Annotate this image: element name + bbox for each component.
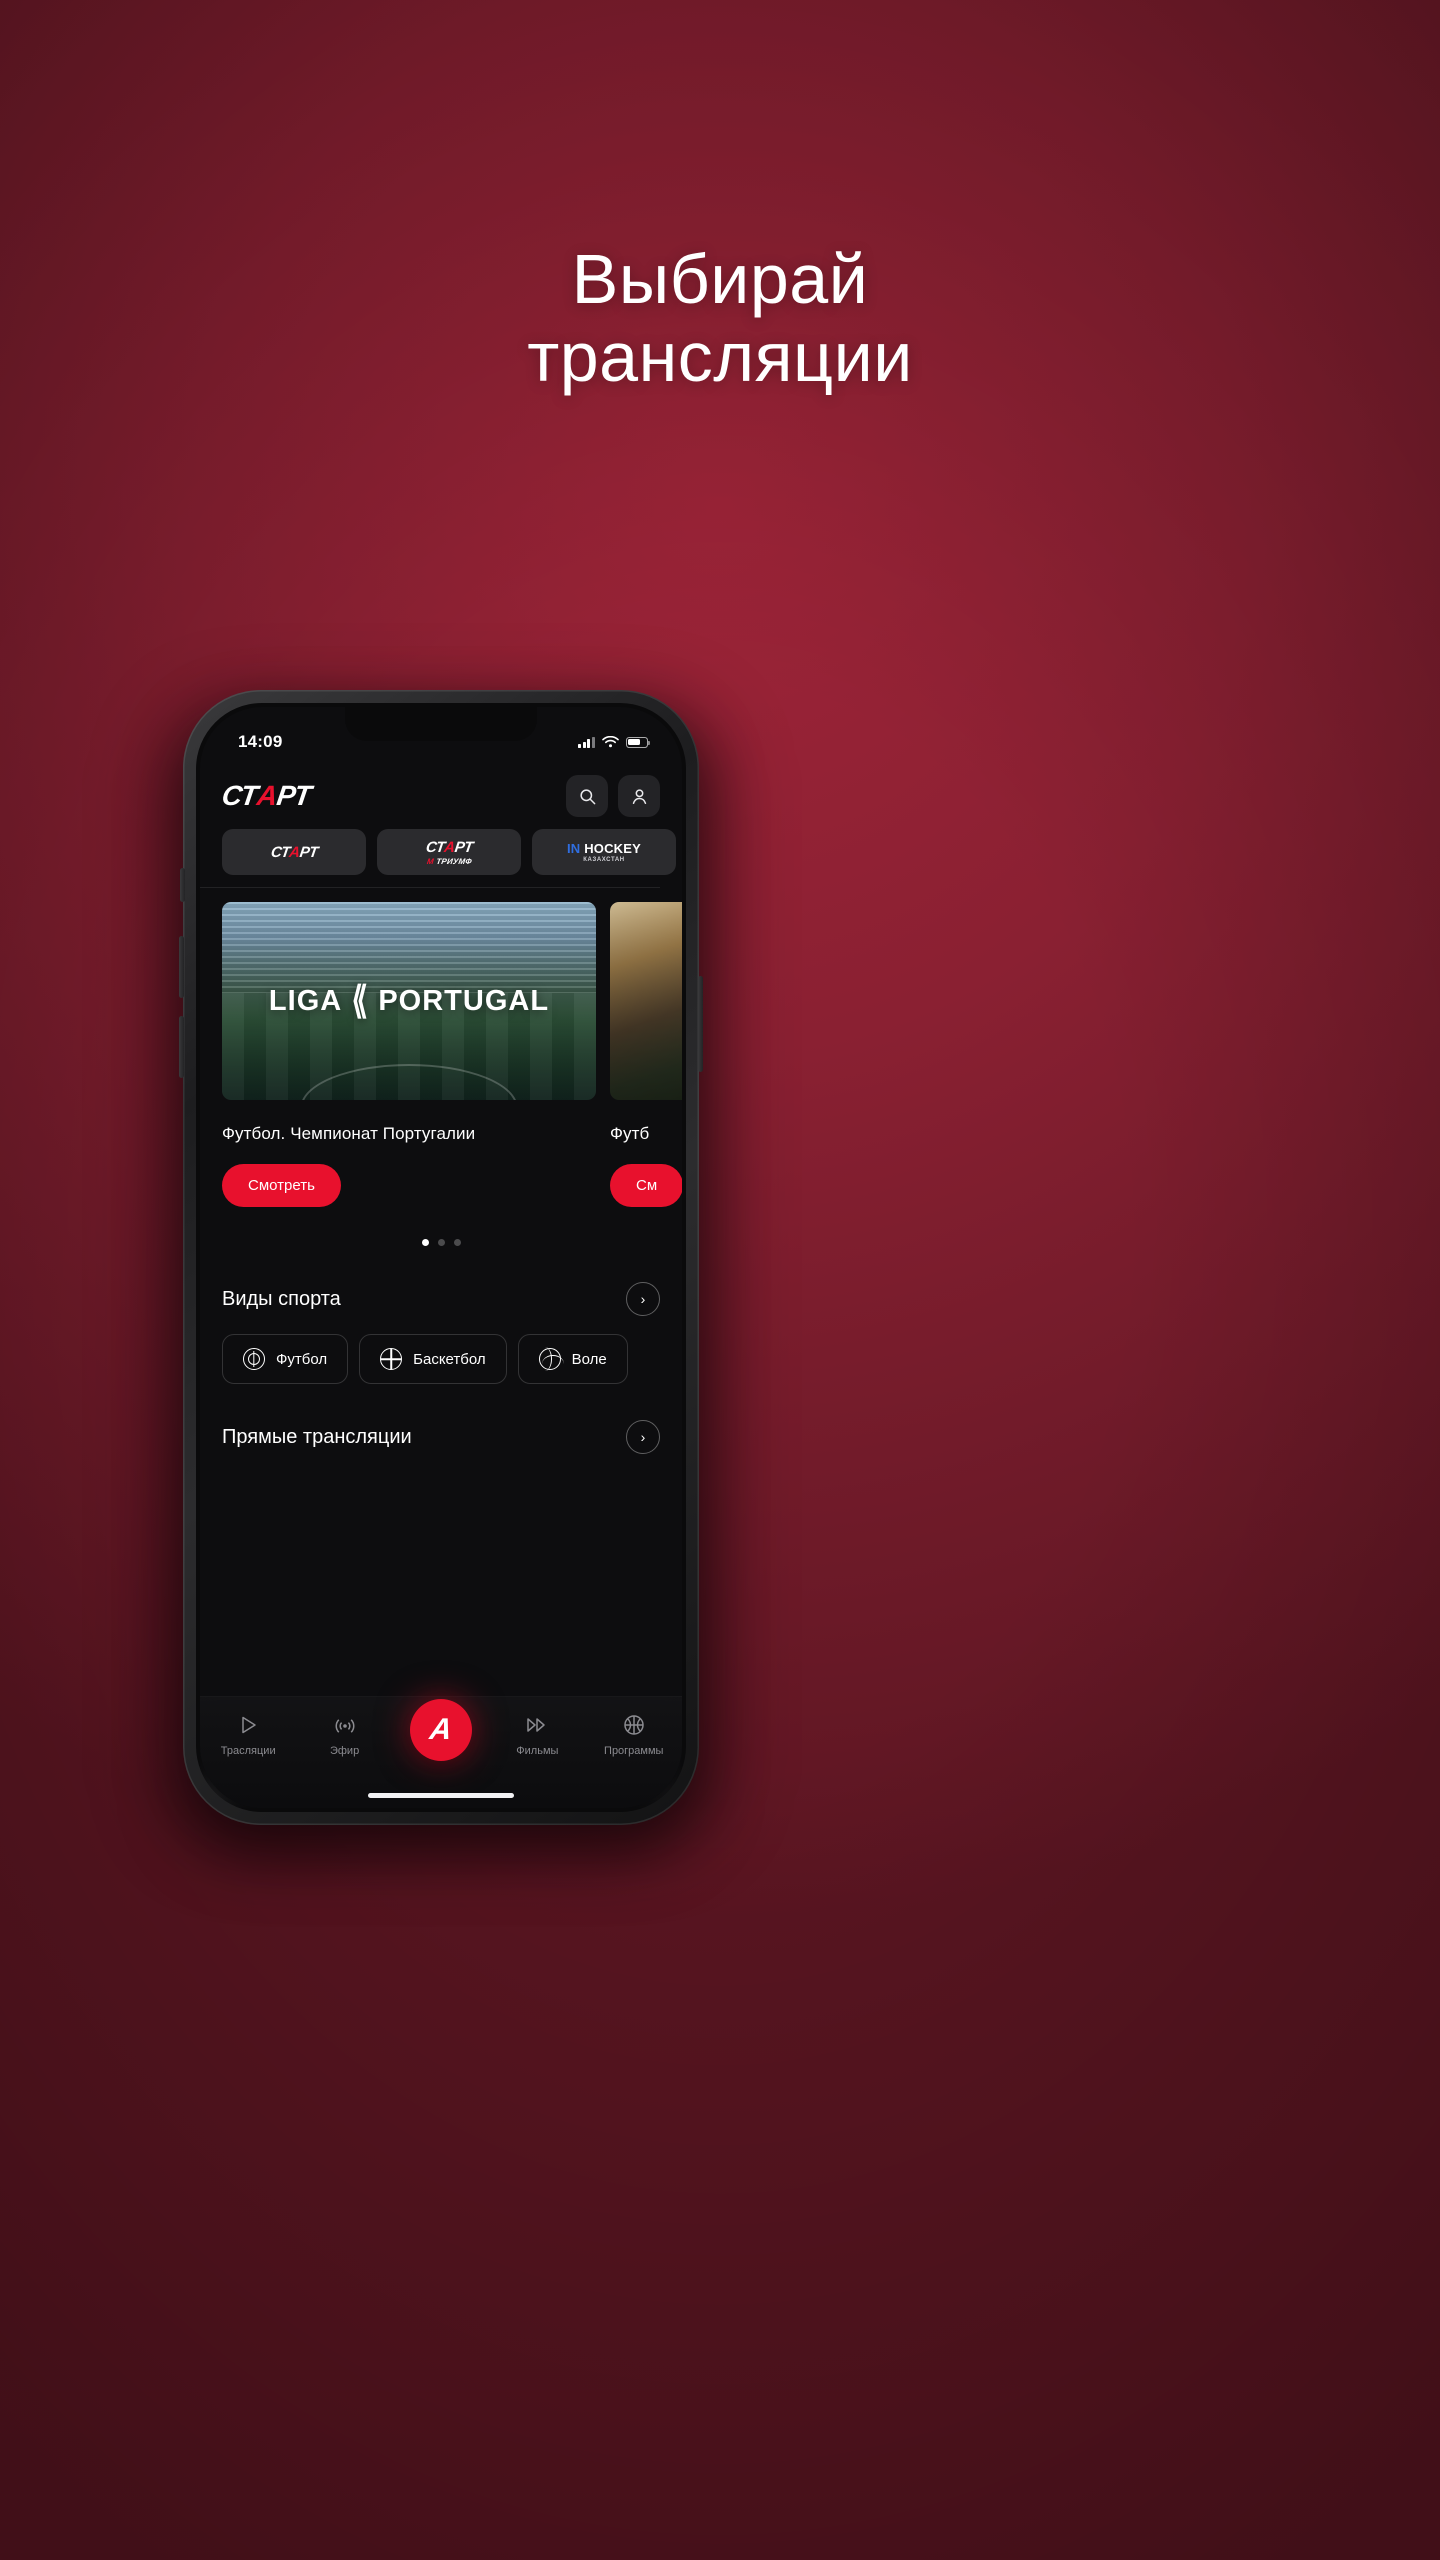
watch-button-2[interactable]: См [610, 1164, 682, 1207]
nav-item-programs[interactable]: Программы [592, 1713, 676, 1757]
carousel-dot-1[interactable] [421, 1239, 429, 1246]
channel-tab-hockey-label: IN HOCKEY [566, 841, 642, 856]
search-icon [579, 788, 595, 804]
phone-mockup: 14:09 СТ А РТ СТАРТ СТАРТ М ТРИУМФ IN HO… [159, 690, 725, 1850]
channel-tab-start[interactable]: СТАРТ [222, 829, 366, 875]
logo-part-1: СТ [219, 780, 260, 811]
headline-line-2: трансляции [527, 318, 913, 397]
section-arrow-live[interactable]: › [626, 1420, 660, 1454]
basketball-icon [380, 1348, 403, 1370]
bottom-navigation: Трасляции Эфир A Фильмы Программы [200, 1696, 682, 1808]
logo-part-2: РТ [274, 780, 313, 811]
app-header: СТ А РТ [200, 763, 682, 827]
liga-text-2: PORTUGAL [378, 984, 550, 1017]
headline-line-1: Выбирай [571, 240, 869, 318]
channel-tab-hockey-sub: КАЗАХСТАН [583, 857, 625, 863]
basketball-outline-icon [622, 1713, 646, 1737]
phone-bezel: 14:09 СТ А РТ СТАРТ СТАРТ М ТРИУМФ IN HO… [196, 703, 686, 1812]
liga-swoosh-icon: ⟪ [351, 979, 370, 1022]
sport-chip-basketball-label: Баскетбол [413, 1350, 486, 1368]
sport-chip-basketball[interactable]: Баскетбол [359, 1334, 507, 1384]
section-arrow-sports[interactable]: › [626, 1282, 660, 1316]
sport-chip-football-label: Футбол [276, 1350, 328, 1368]
channel-tab-in-hockey[interactable]: IN HOCKEY КАЗАХСТАН [532, 829, 676, 875]
nav-label-broadcasts: Трасляции [220, 1745, 276, 1757]
section-title-live: Прямые трансляции [222, 1425, 412, 1448]
section-title-sports: Виды спорта [222, 1287, 341, 1310]
carousel-slide-1[interactable]: LIGA ⟪ PORTUGAL Футбол. Чемпионат Португ… [222, 902, 596, 1207]
home-indicator[interactable] [368, 1793, 514, 1798]
slide-2-title: Футб [610, 1124, 650, 1143]
channel-tab-start-triumf[interactable]: СТАРТ М ТРИУМФ [377, 829, 521, 875]
profile-icon [632, 788, 646, 804]
play-outline-icon [236, 1713, 260, 1737]
hero-carousel[interactable]: LIGA ⟪ PORTUGAL Футбол. Чемпионат Португ… [200, 888, 682, 1207]
volleyball-icon [538, 1347, 564, 1371]
slide-1-poster: LIGA ⟪ PORTUGAL [222, 902, 596, 1100]
nav-label-live: Эфир [329, 1745, 360, 1757]
channel-tabs: СТАРТ СТАРТ М ТРИУМФ IN HOCKEY КАЗАХСТАН [200, 827, 676, 888]
channel-tab-triumf-label: СТАРТ [424, 838, 474, 856]
nav-label-films: Фильмы [516, 1745, 559, 1757]
wifi-icon [602, 736, 619, 748]
carousel-slide-2[interactable]: Футб См [610, 902, 682, 1207]
section-header-live: Прямые трансляции › [200, 1420, 682, 1454]
phone-screen: 14:09 СТ А РТ СТАРТ СТАРТ М ТРИУМФ IN HO… [200, 707, 682, 1808]
channel-tab-triumf-sub: М ТРИУМФ [425, 856, 473, 866]
channel-tab-start-label: СТАРТ [269, 843, 319, 861]
phone-frame: 14:09 СТ А РТ СТАРТ СТАРТ М ТРИУМФ IN HO… [179, 690, 703, 1825]
slide-1-title: Футбол. Чемпионат Португалии [222, 1124, 476, 1143]
slide-2-poster [610, 902, 682, 1100]
sports-chip-row[interactable]: Футбол Баскетбол Воле [200, 1316, 682, 1384]
silent-switch[interactable] [180, 868, 185, 902]
nav-item-films[interactable]: Фильмы [495, 1713, 579, 1757]
start-fab-icon[interactable]: A [409, 1699, 472, 1761]
header-actions [566, 775, 660, 817]
sport-chip-volleyball-label: Воле [571, 1350, 607, 1368]
section-header-sports: Виды спорта › [200, 1282, 682, 1316]
sport-chip-football[interactable]: Футбол [222, 1334, 349, 1384]
carousel-dots[interactable] [200, 1239, 682, 1246]
carousel-dot-3[interactable] [453, 1239, 461, 1246]
liga-portugal-logo: LIGA ⟪ PORTUGAL [222, 902, 596, 1100]
power-button[interactable] [698, 976, 703, 1072]
profile-button[interactable] [618, 775, 660, 817]
app-logo: СТ А РТ [220, 780, 313, 812]
search-button[interactable] [566, 775, 608, 817]
battery-icon [626, 736, 650, 748]
volume-down-button[interactable] [179, 1016, 184, 1078]
sport-chip-volleyball[interactable]: Воле [517, 1334, 628, 1384]
broadcast-icon [333, 1713, 357, 1737]
nav-item-broadcasts[interactable]: Трасляции [206, 1713, 290, 1757]
status-time: 14:09 [238, 732, 283, 751]
nav-label-programs: Программы [604, 1745, 664, 1757]
notch [345, 707, 537, 741]
watch-button[interactable]: Смотреть [222, 1164, 341, 1207]
fab-letter: A [427, 1713, 455, 1746]
liga-text-1: LIGA [268, 984, 343, 1017]
nav-item-live[interactable]: Эфир [303, 1713, 387, 1757]
carousel-dot-2[interactable] [437, 1239, 445, 1246]
status-icons [578, 736, 650, 748]
cellular-bars-icon [578, 736, 595, 748]
page-title: Выбирай трансляции [0, 240, 1440, 397]
soccer-ball-icon [243, 1348, 265, 1370]
volume-up-button[interactable] [179, 936, 184, 998]
fast-forward-icon [525, 1713, 549, 1737]
